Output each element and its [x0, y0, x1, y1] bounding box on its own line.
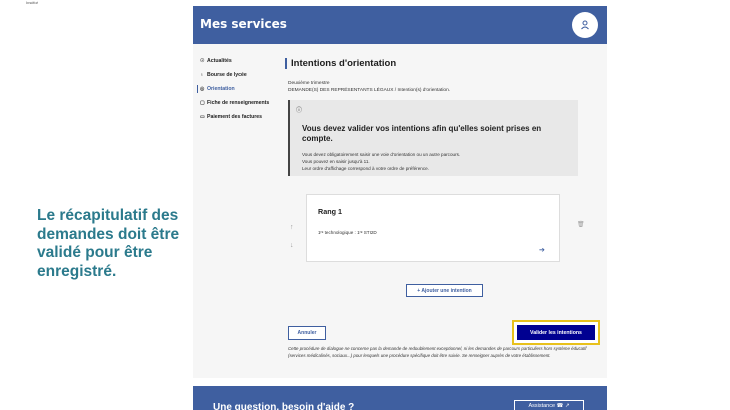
rank-subtitle: 1ʳᵉ technologique : 1ʳᵉ STI2D [318, 230, 377, 235]
help-bar: Une question, besoin d'aide ? Assistance… [193, 386, 607, 410]
trash-icon[interactable]: 🗑 [577, 221, 585, 228]
rank-title: Rang 1 [318, 207, 342, 216]
sidebar-item-actualites[interactable]: ☉ Actualités [200, 58, 280, 65]
term-label: Deuxième trimestre [288, 81, 330, 86]
footnote: Cette procédure de dialogue ne concerne … [288, 346, 587, 358]
sidebar-item-label: Bourse de lycée [207, 72, 247, 79]
sidebar-item-label: Actualités [207, 58, 232, 64]
content-area: ☉ Actualités ♁ Bourse de lycée ◎ Orienta… [193, 44, 607, 378]
sidebar-item-fiche[interactable]: ▢ Fiche de renseignements [200, 100, 280, 107]
info-title: Vous devez valider vos intentions afin q… [302, 124, 542, 144]
header: Mes services [193, 6, 607, 44]
info-icon: ⓘ [296, 108, 303, 114]
sidebar-item-label: Fiche de renseignements [207, 100, 270, 107]
validate-highlight: Valider les intentions [512, 320, 600, 345]
info-line: Vous devez obligatoirement saisir une vo… [302, 152, 461, 157]
payment-icon: ▭ [200, 114, 205, 121]
sidebar-item-orientation[interactable]: ◎ Orientation [197, 85, 280, 94]
caption: Le récapitulatif des demandes doit être … [37, 207, 180, 280]
corner-mark: Institut [26, 0, 38, 5]
intention-card[interactable]: Rang 1 1ʳᵉ technologique : 1ʳᵉ STI2D [306, 194, 560, 262]
page-title: Mes services [200, 17, 287, 31]
user-icon[interactable] [572, 12, 598, 38]
services-frame: Mes services ☉ Actualités ♁ Bourse de ly… [193, 6, 607, 378]
help-text: Une question, besoin d'aide ? [213, 402, 355, 410]
assistance-button[interactable]: Assistance ☎ ↗ [514, 400, 584, 410]
breadcrumb: Deuxième trimestre DEMANDE(S) DES REPRÉS… [288, 80, 450, 94]
sidebar-item-label: Orientation [207, 86, 235, 93]
orientation-icon: ◎ [200, 86, 205, 93]
info-line: Vous pouvez en saisir jusqu'à 11. [302, 159, 370, 165]
sidebar-item-bourse[interactable]: ♁ Bourse de lycée [200, 72, 280, 79]
main-panel: Intentions d'orientation Deuxième trimes… [285, 58, 600, 378]
arrow-right-icon[interactable]: ➔ [539, 246, 545, 254]
form-icon: ▢ [200, 100, 205, 107]
sidebar-item-paiement[interactable]: ▭ Paiement des factures [200, 114, 280, 121]
info-callout: ⓘ Vous devez valider vos intentions afin… [288, 100, 578, 176]
info-line: Leur ordre d'affichage correspond à votr… [302, 166, 429, 172]
cancel-button[interactable]: Annuler [288, 326, 326, 340]
sidebar-item-label: Paiement des factures [207, 114, 263, 121]
sidebar: ☉ Actualités ♁ Bourse de lycée ◎ Orienta… [197, 58, 280, 128]
add-intention-button[interactable]: + Ajouter une intention [406, 284, 483, 297]
scholarship-icon: ♁ [200, 72, 204, 79]
breadcrumb-text: DEMANDE(S) DES REPRÉSENTANTS LÉGAUX / In… [288, 88, 451, 94]
validate-intentions-button[interactable]: Valider les intentions [517, 325, 595, 340]
move-down-icon[interactable]: ↓ [290, 242, 294, 249]
info-lines: Vous devez obligatoirement saisir une vo… [302, 151, 460, 172]
news-icon: ☉ [200, 58, 205, 64]
section-title: Intentions d'orientation [285, 58, 396, 69]
move-up-icon[interactable]: ↑ [290, 224, 294, 231]
